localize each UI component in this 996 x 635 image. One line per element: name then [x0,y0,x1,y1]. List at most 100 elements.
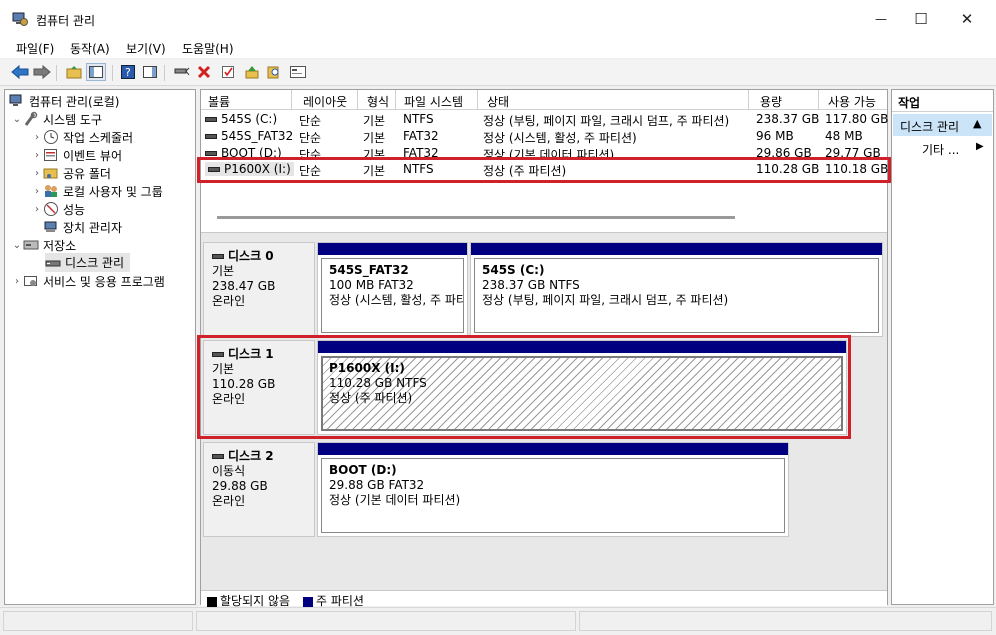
toolbar-separator [112,65,113,81]
column-divider[interactable] [477,90,478,110]
table-row[interactable]: 545S (C:) 단순 기본 NTFS 정상 (부팅, 페이지 파일, 크래시… [201,111,888,128]
primary-partition-bar [318,341,846,353]
primary-partition-bar [471,243,882,255]
menu-action[interactable]: 동작(A) [70,40,110,57]
delete-icon[interactable] [194,63,214,81]
find-icon[interactable] [264,63,284,81]
column-header-free[interactable]: 사용 가능 [828,93,886,109]
column-header-layout[interactable]: 레이아웃 [303,93,347,109]
tree-item-device-manager[interactable]: 장치 관리자 [43,218,122,236]
column-divider[interactable] [395,90,396,110]
tree-item-storage[interactable]: ⌄ 저장소 [11,236,76,254]
menu-view[interactable]: 보기(V) [126,40,166,57]
volume-type: 기본 [363,148,386,157]
table-row[interactable]: 545S_FAT32 단순 기본 FAT32 정상 (시스템, 활성, 주 파티… [201,128,887,145]
tools-icon [23,111,39,127]
column-divider[interactable] [291,90,292,110]
volume-status: 정상 (부팅, 페이지 파일, 크래시 덤프, 주 파티션) [483,114,730,128]
forward-arrow-icon[interactable] [32,63,52,81]
chevron-right-icon[interactable]: › [31,150,43,161]
table-row[interactable]: BOOT (D:) 단순 기본 FAT32 정상 (기본 데이터 파티션) 29… [201,145,887,157]
maximize-button[interactable]: ☐ [898,0,944,38]
chevron-right-icon[interactable]: › [31,186,43,197]
volume-filesystem: FAT32 [403,129,439,143]
disk-label[interactable]: 디스크 2 이동식 29.88 GB 온라인 [203,442,315,537]
disk-label[interactable]: 디스크 0 기본 238.47 GB 온라인 [203,242,315,337]
horizontal-scrollbar[interactable] [217,216,735,219]
chevron-right-icon[interactable]: › [31,204,43,215]
title-bar: 컴퓨터 관리 — ☐ ✕ [0,0,996,38]
volume-filesystem: NTFS [403,162,434,176]
collapse-up-icon[interactable]: ▲ [973,117,981,130]
console-icon[interactable] [288,63,308,81]
tree-item-task-scheduler[interactable]: › 작업 스케줄러 [31,128,133,146]
tree-item-shared-folders[interactable]: › 공유 폴더 [31,164,111,182]
tree-item-local-users[interactable]: › 로컬 사용자 및 그룹 [31,182,163,200]
export-icon[interactable] [242,63,262,81]
column-divider[interactable] [818,90,819,110]
tree-item-computer-management[interactable]: 컴퓨터 관리(로컬) [9,92,119,110]
chevron-down-icon[interactable]: ⌄ [11,114,23,125]
chevron-down-icon[interactable]: ⌄ [11,240,23,251]
volume-free: 29.77 GB [825,146,881,157]
disk-title: 디스크 1 [212,347,306,362]
back-arrow-icon[interactable] [10,63,30,81]
properties-pane-icon[interactable] [140,63,160,81]
menu-file[interactable]: 파일(F) [16,40,54,57]
table-row-selected[interactable]: P1600X (I:) 단순 기본 NTFS 정상 (주 파티션) 110.28… [201,161,888,178]
disk-label[interactable]: 디스크 1 기본 110.28 GB 온라인 [203,340,315,435]
tree-label: 서비스 및 응용 프로그램 [43,274,165,289]
partition-status: 정상 (부팅, 페이지 파일, 크래시 덤프, 주 파티션) [482,293,729,307]
primary-partition-bar [318,443,788,455]
tree-item-services[interactable]: › 서비스 및 응용 프로그램 [11,272,165,290]
chevron-right-icon[interactable]: ▶ [976,141,984,152]
connect-drive-icon[interactable] [172,63,192,81]
tree-item-event-viewer[interactable]: › 이벤트 뷰어 [31,146,122,164]
chevron-right-icon[interactable]: › [31,168,43,179]
volume-layout: 단순 [299,148,322,157]
disk-state: 온라인 [212,494,246,508]
tree-label: 공유 폴더 [63,166,111,181]
menu-help[interactable]: 도움말(H) [182,40,234,57]
up-folder-icon[interactable] [64,63,84,81]
more-actions[interactable]: 기타 ... ▶ [922,141,992,158]
partition[interactable]: BOOT (D:) 29.88 GB FAT32 정상 (기본 데이터 파티션) [317,442,789,537]
volume-name: 545S (C:) [205,112,277,126]
partition-status: 정상 (기본 데이터 파티션) [329,493,461,507]
legend: 할당되지 않음 주 파티션 [201,590,887,608]
chevron-right-icon[interactable]: › [31,132,43,143]
column-header-filesystem[interactable]: 파일 시스템 [404,93,463,109]
column-header-volume[interactable]: 볼륨 [208,93,230,109]
primary-partition-swatch [303,596,313,607]
partition-name: P1600X (I:) [329,361,405,375]
volume-type: 기본 [363,131,386,145]
help-icon[interactable]: ? [118,63,138,81]
chevron-right-icon[interactable]: › [11,276,23,287]
actions-section-disk-management[interactable]: 디스크 관리 ▲ [893,114,992,136]
column-divider[interactable] [748,90,749,110]
volume-layout: 단순 [299,114,322,128]
status-bar [0,607,996,635]
check-document-icon[interactable] [218,63,238,81]
column-header-type[interactable]: 형식 [367,93,389,109]
partition-size: 29.88 GB FAT32 [329,478,425,492]
volume-type: 기본 [363,164,386,178]
column-header-status[interactable]: 상태 [487,93,509,109]
column-header-capacity[interactable]: 용량 [760,93,782,109]
partition-size: 100 MB FAT32 [329,278,414,292]
partition[interactable]: 545S_FAT32 100 MB FAT32 정상 (시스템, 활성, 주 파… [317,242,468,337]
partition-selected[interactable]: P1600X (I:) 110.28 GB NTFS 정상 (주 파티션) [317,340,847,435]
partition-name: 545S_FAT32 [329,263,409,277]
partition-status: 정상 (시스템, 활성, 주 파티 [329,293,464,307]
partition[interactable]: 545S (C:) 238.37 GB NTFS 정상 (부팅, 페이지 파일,… [470,242,883,337]
column-divider[interactable] [357,90,358,110]
tree-label: 로컬 사용자 및 그룹 [63,184,163,199]
show-hide-console-tree-icon[interactable] [86,63,106,81]
tree-item-performance[interactable]: › 성능 [31,200,85,218]
tree-item-system-tools[interactable]: ⌄ 시스템 도구 [11,110,102,128]
tree-item-disk-management[interactable]: 디스크 관리 [45,253,131,272]
disk-icon [212,454,224,459]
partition-name: BOOT (D:) [329,463,397,477]
close-button[interactable]: ✕ [944,0,990,38]
toolbar: ? [0,59,996,86]
